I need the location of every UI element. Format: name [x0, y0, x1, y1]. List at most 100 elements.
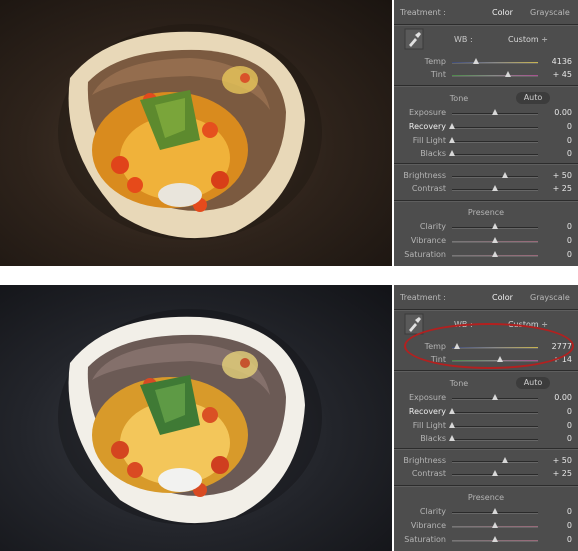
clarity-label: Clarity	[419, 222, 446, 231]
treatment-grayscale-option[interactable]: Grayscale	[530, 8, 570, 17]
brightness-label: Brightness	[403, 171, 446, 180]
fill-light-slider[interactable]	[452, 141, 538, 143]
recovery-value[interactable]: 0	[542, 407, 572, 416]
fill-light-slider[interactable]	[452, 426, 538, 428]
saturation-slider-thumb[interactable]	[492, 536, 498, 542]
blacks-value[interactable]: 0	[542, 149, 572, 158]
clarity-value[interactable]: 0	[542, 222, 572, 231]
section-divider	[394, 200, 578, 202]
presence-section-title: Presence	[467, 493, 505, 502]
fill-light-value[interactable]: 0	[542, 136, 572, 145]
temp-value[interactable]: 4136	[542, 57, 572, 66]
treatment-grayscale-option[interactable]: Grayscale	[530, 293, 570, 302]
section-divider	[394, 370, 578, 372]
after-screenshot: Treatment : Color Grayscale WB : Custom …	[0, 285, 578, 551]
saturation-value[interactable]: 0	[542, 250, 572, 259]
clarity-slider-thumb[interactable]	[492, 223, 498, 229]
contrast-slider-thumb[interactable]	[492, 185, 498, 191]
blacks-label: Blacks	[420, 149, 446, 158]
saturation-slider-thumb[interactable]	[492, 251, 498, 257]
wb-highlight-annotation	[404, 323, 574, 369]
recovery-slider-thumb[interactable]	[449, 123, 455, 129]
develop-panel: Treatment : Color Grayscale WB : Custom …	[394, 0, 578, 266]
treatment-color-option[interactable]: Color	[492, 293, 513, 302]
contrast-value[interactable]: + 25	[542, 184, 572, 193]
blacks-label: Blacks	[420, 434, 446, 443]
temp-slider[interactable]	[452, 62, 538, 64]
saturation-label: Saturation	[404, 535, 446, 544]
clarity-label: Clarity	[419, 507, 446, 516]
exposure-value[interactable]: 0.00	[542, 393, 572, 402]
recovery-label: Recovery	[408, 122, 446, 131]
tone-section-title: Tone	[449, 379, 469, 388]
temp-label: Temp	[424, 57, 446, 66]
section-divider	[394, 309, 578, 311]
fill-light-slider-thumb[interactable]	[449, 137, 455, 143]
vibrance-slider-thumb[interactable]	[492, 522, 498, 528]
tone-auto-button[interactable]: Auto	[516, 92, 550, 104]
section-divider	[394, 163, 578, 165]
vibrance-label: Vibrance	[410, 521, 446, 530]
blacks-slider-thumb[interactable]	[449, 435, 455, 441]
tint-slider-thumb[interactable]	[504, 71, 511, 77]
eyedropper-icon[interactable]	[404, 28, 424, 50]
exposure-value[interactable]: 0.00	[542, 108, 572, 117]
wb-preset-select[interactable]: Custom ÷	[508, 35, 548, 44]
tint-label: Tint	[430, 70, 446, 79]
fill-light-value[interactable]: 0	[542, 421, 572, 430]
recovery-slider[interactable]	[452, 127, 538, 129]
clarity-value[interactable]: 0	[542, 507, 572, 516]
brightness-label: Brightness	[403, 456, 446, 465]
exposure-label: Exposure	[408, 393, 446, 402]
treatment-color-option[interactable]: Color	[492, 8, 513, 17]
tint-value[interactable]: + 45	[542, 70, 572, 79]
blacks-slider-thumb[interactable]	[449, 150, 455, 156]
blacks-value[interactable]: 0	[542, 434, 572, 443]
treatment-label: Treatment :	[400, 293, 446, 302]
before-screenshot: Treatment : Color Grayscale WB : Custom …	[0, 0, 578, 266]
contrast-slider-thumb[interactable]	[492, 470, 498, 476]
recovery-slider-thumb[interactable]	[449, 408, 455, 414]
brightness-value[interactable]: + 50	[542, 456, 572, 465]
exposure-slider-thumb[interactable]	[492, 109, 498, 115]
rice-bowl-image	[58, 24, 322, 240]
contrast-label: Contrast	[411, 184, 446, 193]
saturation-value[interactable]: 0	[542, 535, 572, 544]
section-divider	[394, 24, 578, 26]
exposure-label: Exposure	[408, 108, 446, 117]
brightness-slider-thumb[interactable]	[502, 457, 509, 463]
fill-light-slider-thumb[interactable]	[449, 422, 455, 428]
vibrance-label: Vibrance	[410, 236, 446, 245]
vibrance-value[interactable]: 0	[542, 236, 572, 245]
saturation-label: Saturation	[404, 250, 446, 259]
photo-after	[0, 285, 392, 551]
tone-section-title: Tone	[449, 94, 469, 103]
presence-section-title: Presence	[467, 208, 505, 217]
treatment-label: Treatment :	[400, 8, 446, 17]
vibrance-value[interactable]: 0	[542, 521, 572, 530]
recovery-label: Recovery	[408, 407, 446, 416]
brightness-slider[interactable]	[452, 461, 538, 463]
section-divider	[394, 485, 578, 487]
recovery-value[interactable]: 0	[542, 122, 572, 131]
blacks-slider[interactable]	[452, 439, 538, 441]
temp-slider-thumb[interactable]	[473, 58, 480, 64]
exposure-slider-thumb[interactable]	[492, 394, 498, 400]
section-divider	[394, 85, 578, 87]
blacks-slider[interactable]	[452, 154, 538, 156]
brightness-slider-thumb[interactable]	[502, 172, 509, 178]
wb-label: WB :	[454, 35, 473, 44]
tone-auto-button[interactable]: Auto	[516, 377, 550, 389]
photo-before	[0, 0, 392, 266]
vibrance-slider-thumb[interactable]	[492, 237, 498, 243]
tint-slider[interactable]	[452, 75, 538, 77]
clarity-slider-thumb[interactable]	[492, 508, 498, 514]
section-divider	[394, 448, 578, 450]
brightness-slider[interactable]	[452, 176, 538, 178]
rice-bowl-image	[58, 309, 322, 525]
contrast-label: Contrast	[411, 469, 446, 478]
brightness-value[interactable]: + 50	[542, 171, 572, 180]
recovery-slider[interactable]	[452, 412, 538, 414]
fill-light-label: Fill Light	[412, 421, 446, 430]
contrast-value[interactable]: + 25	[542, 469, 572, 478]
